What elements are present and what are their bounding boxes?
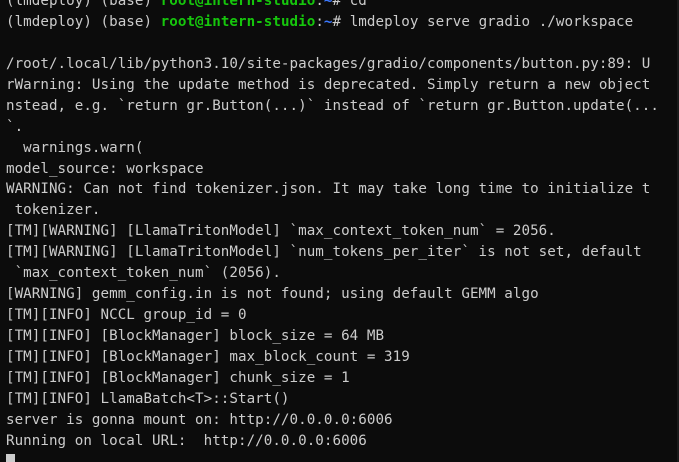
output-line: warnings.warn( (6, 139, 144, 156)
prompt-separator: : (315, 0, 324, 9)
output-line: nstead, e.g. `return gr.Button(...)` ins… (6, 97, 659, 114)
output-line: [TM][INFO] [BlockManager] max_block_coun… (6, 348, 410, 365)
conda-base-label: (base) (100, 0, 153, 9)
output-line: [TM][INFO] [BlockManager] chunk_size = 1 (6, 369, 350, 386)
entered-command: lmdeploy serve gradio ./workspace (349, 13, 634, 30)
output-line: server is gonna mount on: http://0.0.0.0… (6, 411, 393, 428)
output-line: tokenizer. (6, 202, 101, 219)
output-line: rWarning: Using the update method is dep… (6, 76, 651, 93)
terminal-output: (lmdeploy) (base) root@intern-studio:~# … (6, 0, 679, 462)
conda-base-label: (base) (100, 13, 153, 30)
cursor-line[interactable] (6, 452, 679, 462)
prompt-path: ~ (323, 0, 333, 9)
output-line: [TM][INFO] NCCL group_id = 0 (6, 307, 247, 324)
previous-command: # cd (332, 0, 367, 9)
prompt-separator: : (315, 13, 324, 30)
conda-env-label: (lmdeploy) (6, 0, 92, 9)
prompt-symbol: # (332, 13, 342, 30)
command-line: (lmdeploy) (base) root@intern-studio:~# … (6, 12, 679, 33)
output-line: `. (6, 118, 24, 135)
text-cursor (6, 453, 15, 462)
prompt-path: ~ (323, 13, 333, 30)
output-line: /root/.local/lib/python3.10/site-package… (6, 55, 651, 72)
output-line: [TM][WARNING] [LlamaTritonModel] `num_to… (6, 244, 642, 261)
output-line: [WARNING] gemm_config.in is not found; u… (6, 286, 539, 303)
conda-env-label: (lmdeploy) (6, 13, 92, 30)
output-line: [TM][WARNING] [LlamaTritonModel] `max_co… (6, 223, 556, 240)
previous-command-line: (lmdeploy) (base) root@intern-studio:~# … (6, 0, 679, 12)
user-host: root@intern-studio (160, 13, 316, 30)
output-line: model_source: workspace (6, 160, 204, 177)
output-line: [TM][INFO] LlamaBatch<T>::Start() (6, 390, 290, 407)
terminal-window[interactable]: (lmdeploy) (base) root@intern-studio:~# … (0, 0, 679, 462)
output-line: `max_context_token_num` (2056). (6, 265, 281, 282)
output-line: WARNING: Can not find tokenizer.json. It… (6, 181, 651, 198)
user-host: root@intern-studio (160, 0, 316, 9)
output-line: Running on local URL: http://0.0.0.0:600… (6, 432, 367, 449)
output-line: [TM][INFO] [BlockManager] block_size = 6… (6, 328, 385, 344)
